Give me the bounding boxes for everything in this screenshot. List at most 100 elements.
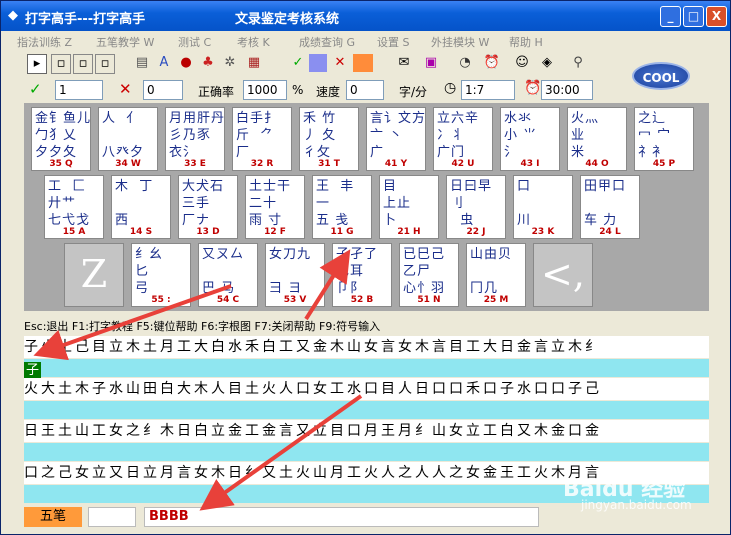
key-code: 34 W: [115, 159, 141, 169]
key-roots: 立六辛 冫丬 广门: [437, 111, 480, 160]
eraser-icon[interactable]: ◈: [538, 54, 556, 72]
alarm-icon[interactable]: ⏰: [483, 54, 501, 72]
key-roots: 又ㄡ厶 巴 马: [202, 247, 245, 296]
key-code: 25 M: [483, 295, 509, 305]
typed-line[interactable]: [24, 443, 709, 461]
menu-test[interactable]: 测试 C: [178, 34, 211, 50]
users-icon[interactable]: ♣: [199, 54, 217, 72]
menu-fingering[interactable]: 指法训练 Z: [17, 34, 72, 50]
key-code: 32 R: [250, 159, 274, 169]
print-icon[interactable]: ▣: [422, 54, 440, 72]
font-icon[interactable]: A: [155, 54, 173, 72]
key-l[interactable]: 田甲口 车 力 24 L: [580, 175, 640, 239]
key-m[interactable]: 山由贝 冂几 25 M: [466, 243, 526, 307]
menu-wubi-teaching[interactable]: 五笔教学 W: [96, 34, 154, 50]
menu-bar: 指法训练 Z 五笔教学 W 测试 C 考核 K 成绩查询 G 设置 S 外挂模块…: [1, 31, 730, 51]
key-roots: 金钅鱼儿 勹犭乂 夕夕夂: [35, 111, 92, 160]
correct-count-field[interactable]: 1: [55, 80, 103, 100]
key-i[interactable]: 水氺 小 ⺌ 氵 43 I: [500, 107, 560, 171]
key-v[interactable]: 女刀九 彐 ヨ 53 V: [265, 243, 325, 307]
stopwatch-icon: ◷: [444, 80, 457, 96]
key-f[interactable]: 土士干 二十 雨 寸 12 F: [245, 175, 305, 239]
key-j[interactable]: 日曰早 刂 虫 22 J: [446, 175, 506, 239]
document-icon[interactable]: ✉: [395, 54, 413, 72]
key-q[interactable]: 金钅鱼儿 勹犭乂 夕夕夂 35 Q: [31, 107, 91, 171]
key-z[interactable]: Z: [64, 243, 124, 307]
gear-icon[interactable]: ✲: [221, 54, 239, 72]
key-t[interactable]: 禾 竹 丿 夂 彳攵 31 T: [299, 107, 359, 171]
key-d[interactable]: 大犬石 三手 厂ナ 13 D: [178, 175, 238, 239]
stop-icon[interactable]: ▫: [73, 54, 93, 74]
key-n[interactable]: 已巳己 乙尸 心忄羽 51 N: [399, 243, 459, 307]
key-r[interactable]: 白手扌 斤 ⺈ 厂 32 R: [232, 107, 292, 171]
ratio-field[interactable]: 1:7: [461, 80, 515, 100]
user-icon[interactable]: ☺: [513, 54, 531, 72]
key-roots: 火灬 业 米: [571, 111, 600, 160]
timer-icon[interactable]: ◔: [456, 54, 474, 72]
key-g[interactable]: 王 丰 一 五 戋 11 G: [312, 175, 372, 239]
key-o[interactable]: 火灬 业 米 44 O: [567, 107, 627, 171]
key-code: 12 F: [264, 227, 286, 237]
key-c[interactable]: 又ㄡ厶 巴 马 54 C: [198, 243, 258, 307]
grid-icon[interactable]: ▦: [245, 54, 263, 72]
correct-icon: ✓: [29, 80, 42, 98]
key-code: 11 G: [330, 227, 354, 237]
wrong-count-field[interactable]: 0: [143, 80, 183, 100]
watermark-sub: jingyan.baidu.com: [581, 498, 692, 512]
input-code-field: BBBB: [144, 507, 539, 527]
menu-help[interactable]: 帮助 H: [509, 34, 543, 50]
input-mode-badge: 五笔: [24, 507, 82, 527]
key-code: 41 Y: [384, 159, 408, 169]
square-icon[interactable]: ▫: [95, 54, 115, 74]
key-a[interactable]: 工 匚 廾艹 七弋戈 15 A: [44, 175, 104, 239]
maximize-button[interactable]: □: [683, 6, 704, 27]
minimize-button[interactable]: _: [660, 6, 681, 27]
books-icon[interactable]: ▤: [133, 54, 151, 72]
close-button[interactable]: X: [706, 6, 727, 27]
key-w[interactable]: 人 亻 八癶夕 34 W: [98, 107, 158, 171]
key-h[interactable]: 目 上止 卜 21 H: [379, 175, 439, 239]
orange-swatch[interactable]: [353, 54, 373, 72]
pause-icon[interactable]: ▫: [51, 54, 71, 74]
key-roots: 白手扌 斤 ⺈ 厂: [236, 111, 279, 160]
key-code: 22 J: [466, 227, 486, 237]
menu-score-query[interactable]: 成绩查询 G: [299, 34, 355, 50]
play-icon[interactable]: ▸: [27, 54, 47, 74]
key-y[interactable]: 言讠文方 亠 丶 广 41 Y: [366, 107, 426, 171]
key-x[interactable]: 纟幺 匕 弓 55 :: [131, 243, 191, 307]
key-code: 14 S: [129, 227, 153, 237]
menu-settings[interactable]: 设置 S: [377, 34, 409, 50]
key-roots: 水氺 小 ⺌ 氵: [504, 111, 538, 160]
dictionary-icon[interactable]: ●: [177, 54, 195, 72]
key-z-label: Z: [80, 252, 108, 296]
menu-exam[interactable]: 考核 K: [237, 34, 270, 50]
key-roots: 子孑了 也耳 卩阝: [336, 247, 379, 296]
title-bar[interactable]: ◆ 打字高手---打字高手 文录鉴定考核系统 _ □ X: [1, 1, 730, 31]
accuracy-field[interactable]: 1000: [243, 80, 287, 100]
blue-swatch[interactable]: [309, 54, 327, 72]
cross-icon[interactable]: ✕: [331, 54, 349, 72]
exit-icon[interactable]: ⚲: [569, 54, 587, 72]
key-p[interactable]: 之辶 冖 宀 礻衤 45 P: [634, 107, 694, 171]
key-roots: 月用肝丹 彡乃豕 衣氵: [169, 111, 226, 160]
status-blank-field: [88, 507, 136, 527]
speed-field[interactable]: 0: [346, 80, 384, 100]
menu-plugins[interactable]: 外挂模块 W: [431, 34, 489, 50]
key-code: 42 U: [451, 159, 475, 169]
key-roots: 土士干 二十 雨 寸: [249, 179, 292, 228]
key-e[interactable]: 月用肝丹 彡乃豕 衣氵 33 E: [165, 107, 225, 171]
key-roots: 田甲口 车 力: [584, 179, 627, 228]
key-b[interactable]: 子孑了 也耳 卩阝 52 B: [332, 243, 392, 307]
typed-line[interactable]: [24, 401, 709, 419]
typed-line[interactable]: 子: [24, 359, 709, 380]
key-k[interactable]: 口 川 23 K: [513, 175, 573, 239]
key-code: 55 :: [151, 295, 171, 305]
key-roots: 目 上止 卜: [383, 179, 412, 228]
key-s[interactable]: 木 丁 西 14 S: [111, 175, 171, 239]
time-field[interactable]: 30:00: [541, 80, 593, 100]
key-code: 23 K: [531, 227, 555, 237]
key-u[interactable]: 立六辛 冫丬 广门 42 U: [433, 107, 493, 171]
key-comma[interactable]: <,: [533, 243, 593, 307]
window-subtitle: 文录鉴定考核系统: [235, 12, 340, 27]
check-icon[interactable]: ✓: [289, 54, 307, 72]
